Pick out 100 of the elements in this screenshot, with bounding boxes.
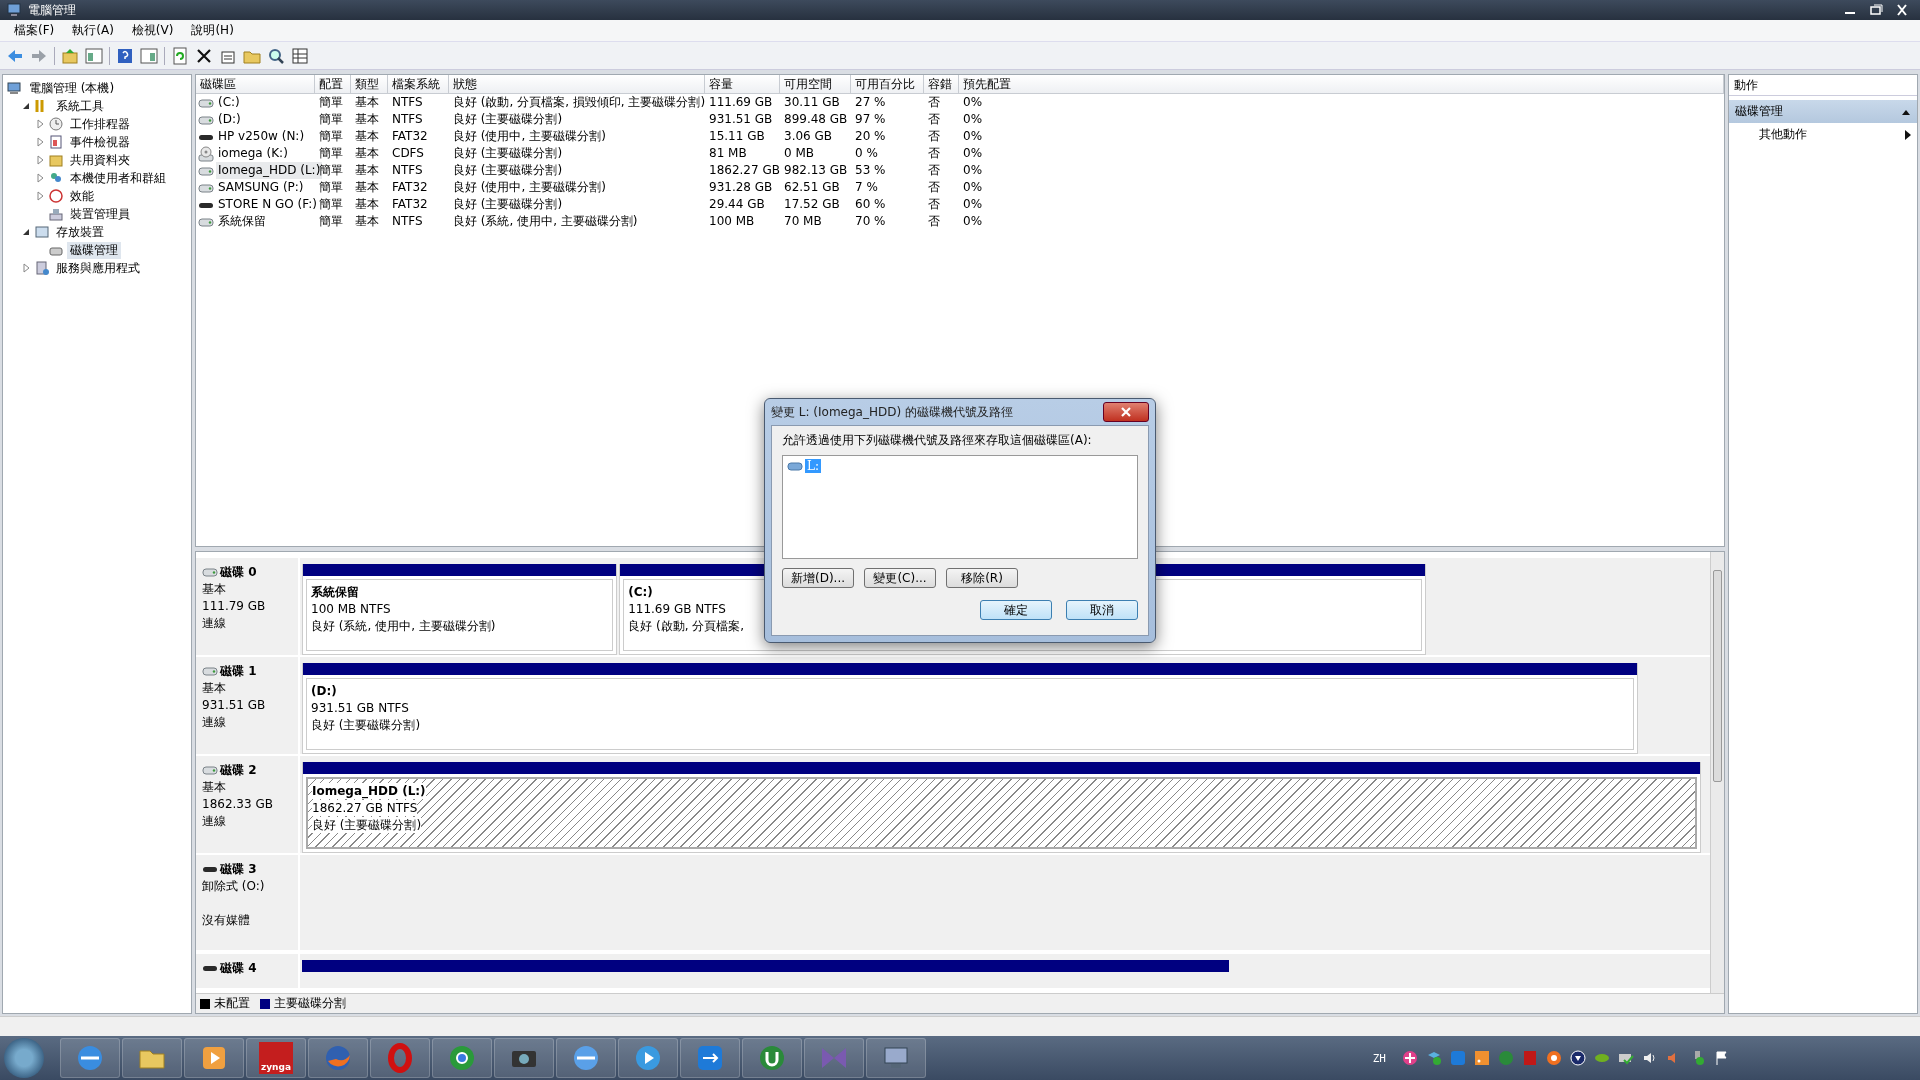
dialog-button[interactable]: 新增(D)... [782,568,854,588]
scrollbar-thumb[interactable] [1713,570,1722,782]
menu-item[interactable]: 執行(A) [64,20,122,41]
volume-name[interactable]: (C:) [216,94,242,111]
speaker-icon[interactable] [1642,1050,1658,1066]
column-header[interactable]: 磁碟區 [196,75,315,93]
action-item[interactable]: 其他動作 [1759,126,1807,143]
table-cell-text: 17.52 GB [783,196,841,213]
disk-size: 1862.33 GB [202,796,274,812]
table-cell-text: 良好 (使用中, 主要磁碟分割) [452,179,607,196]
pane-icon[interactable] [140,46,158,65]
dialog-button[interactable]: 確定 [980,600,1052,620]
volume-name[interactable]: iomega (K:) [216,145,290,162]
column-header[interactable]: 配置 [315,75,351,93]
partition-status: 良好 (主要磁碟分割) [312,817,422,833]
dialog-button[interactable]: 移除(R) [946,568,1018,588]
box-icon[interactable] [1426,1050,1442,1066]
action-section-header[interactable]: 磁碟管理 [1729,100,1917,123]
partition-block[interactable]: 系統保留 100 MB NTFS 良好 (系統, 使用中, 主要磁碟分割) [302,564,618,655]
column-header[interactable]: 類型 [351,75,388,93]
tree-item[interactable]: 共用資料夾 [67,151,133,169]
partition-area[interactable]: (D:) 931.51 GB NTFS 良好 (主要磁碟分割) [306,678,1634,750]
disk-title[interactable]: 磁碟 4 [220,960,257,976]
table-cell-text: NTFS [391,213,424,230]
disk-title[interactable]: 磁碟 2 [220,762,257,778]
disk-title[interactable]: 磁碟 3 [220,861,257,877]
expand-arrow-icon[interactable] [21,101,31,111]
magnifier-icon[interactable] [267,46,285,65]
taskbar-button[interactable] [680,1038,740,1078]
taskbar-button[interactable] [122,1038,182,1078]
grid-icon[interactable] [291,46,309,65]
taskbar-button[interactable] [60,1038,120,1078]
volume-name[interactable]: (D:) [216,111,243,128]
table-cell-text: 97 % [854,111,887,128]
tree-item[interactable]: 效能 [67,187,97,205]
expand-arrow-icon[interactable] [21,227,31,237]
taskbar-button[interactable]: zynga [246,1038,306,1078]
dialog-button[interactable]: 變更(C)... [864,568,936,588]
partition-name: 系統保留 [311,584,359,600]
taskbar-button[interactable] [184,1038,244,1078]
flag-icon[interactable] [1714,1050,1730,1066]
table-cell-text: FAT32 [391,128,429,145]
partition-block[interactable]: (D:) 931.51 GB NTFS 良好 (主要磁碟分割) [302,663,1638,754]
column-header[interactable]: 容錯 [924,75,959,93]
partition-block[interactable]: Iomega_HDD (L:) 1862.27 GB NTFS 良好 (主要磁碟分割) [302,762,1701,853]
taskbar-button[interactable] [866,1038,926,1078]
partition-area[interactable]: Iomega_HDD (L:) 1862.27 GB NTFS 良好 (主要磁碟分割) [306,777,1697,849]
start-button[interactable] [4,1038,44,1078]
tree-item[interactable]: 事件檢視器 [67,133,133,151]
tree-item[interactable]: 本機使用者和群組 [67,169,169,187]
partition-area[interactable]: 系統保留 100 MB NTFS 良好 (系統, 使用中, 主要磁碟分割) [306,579,614,651]
volume-name[interactable]: STORE N GO (F:) [216,196,319,213]
play-icon [633,1043,663,1073]
tree-item[interactable]: 系統工具 [53,97,107,115]
taskbar-button[interactable] [618,1038,678,1078]
table-cell-text: 0% [962,196,984,213]
taskbar-button[interactable] [494,1038,554,1078]
feed-icon[interactable] [1474,1050,1490,1066]
menu-item[interactable]: 檔案(F) [6,20,63,41]
taskbar-button[interactable] [432,1038,492,1078]
table-cell-text: 81 MB [708,145,748,162]
column-header[interactable]: 容量 [705,75,780,93]
menu-item[interactable]: 說明(H) [183,20,242,41]
tree-item[interactable]: 電腦管理 (本機) [26,79,118,97]
table-cell-text: 基本 [354,179,380,196]
delete-icon[interactable] [195,46,213,65]
drive-icon [198,114,214,125]
menu-item[interactable]: 檢視(V) [123,20,182,41]
folder-up-icon[interactable] [61,46,79,65]
help-icon[interactable] [116,46,134,65]
close-button[interactable] [1103,402,1149,422]
drive-icon [198,97,214,108]
taskbar-button[interactable] [556,1038,616,1078]
partition-name: Iomega_HDD (L:) [312,783,426,799]
disk-title[interactable]: 磁碟 1 [220,663,257,679]
tree-item[interactable]: 裝置管理員 [67,205,133,223]
star-icon[interactable] [1402,1050,1418,1066]
scrollbar[interactable] [1710,552,1724,993]
shield-icon[interactable] [1570,1050,1586,1066]
column-header[interactable]: 狀態 [449,75,705,93]
taskbar-button[interactable] [742,1038,802,1078]
disk-type: 基本 [202,680,227,696]
disk-title[interactable]: 磁碟 0 [220,564,257,580]
input-language[interactable]: ZH [1372,1051,1386,1065]
tree-item[interactable]: 存放裝置 [53,223,107,241]
pane-icon[interactable] [85,46,103,65]
dialog-button[interactable]: 取消 [1066,600,1138,620]
table-cell-text: 0% [962,145,984,162]
column-header[interactable]: 檔案系統 [388,75,449,93]
volume-name[interactable]: 系統保留 [216,213,268,230]
volume-name[interactable]: SAMSUNG (P:) [216,179,306,196]
tree-item[interactable]: 服務與應用程式 [53,259,143,277]
column-header[interactable]: 可用空間 [780,75,851,93]
tree-item[interactable]: 磁碟管理 [67,241,121,259]
column-header[interactable]: 預先配置 [959,75,1724,93]
table-cell-text: 簡單 [318,179,344,196]
refresh-icon[interactable] [171,46,189,65]
column-header[interactable]: 可用百分比 [851,75,924,93]
volume-name[interactable]: HP v250w (N:) [216,128,307,145]
tree-item[interactable]: 工作排程器 [67,115,133,133]
